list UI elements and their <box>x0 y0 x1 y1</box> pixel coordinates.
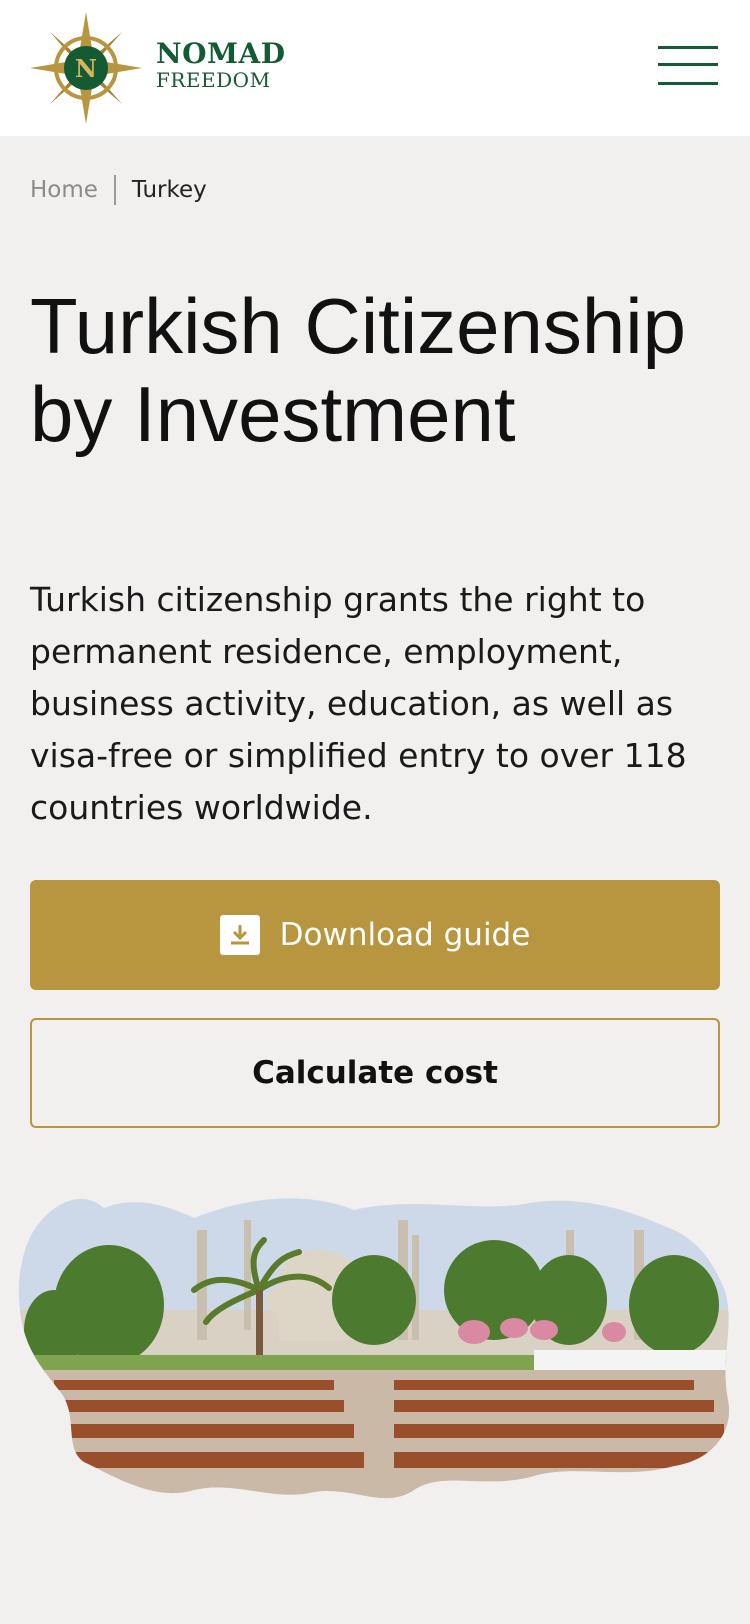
menu-bar <box>658 46 718 49</box>
calculate-cost-label: Calculate cost <box>252 1055 498 1091</box>
download-guide-button[interactable]: Download guide <box>30 880 720 990</box>
page-title: Turkish Citizenship by Investment <box>30 282 686 458</box>
brand-name[interactable]: NOMAD FREEDOM <box>156 37 286 92</box>
calculate-cost-button[interactable]: Calculate cost <box>30 1018 720 1128</box>
logo-letter: N <box>75 54 97 83</box>
download-icon <box>219 915 260 955</box>
site-header: N NOMAD FREEDOM <box>0 0 750 136</box>
brand-line-1: NOMAD <box>156 37 286 70</box>
download-guide-label: Download guide <box>279 917 531 953</box>
hero-description: Turkish citizenship grants the right to … <box>30 580 687 827</box>
menu-bar <box>658 82 718 85</box>
breadcrumb-separator <box>113 175 116 205</box>
breadcrumb-home-link[interactable]: Home <box>30 177 98 203</box>
brand-line-2: FREEDOM <box>156 68 271 92</box>
compass-logo-icon[interactable]: N <box>30 12 142 124</box>
breadcrumb: Home Turkey <box>30 175 207 205</box>
hamburger-menu-icon[interactable] <box>658 42 722 92</box>
menu-bar <box>658 63 718 66</box>
breadcrumb-current: Turkey <box>131 177 207 203</box>
turkey-map-mosque-image <box>14 1190 738 1520</box>
